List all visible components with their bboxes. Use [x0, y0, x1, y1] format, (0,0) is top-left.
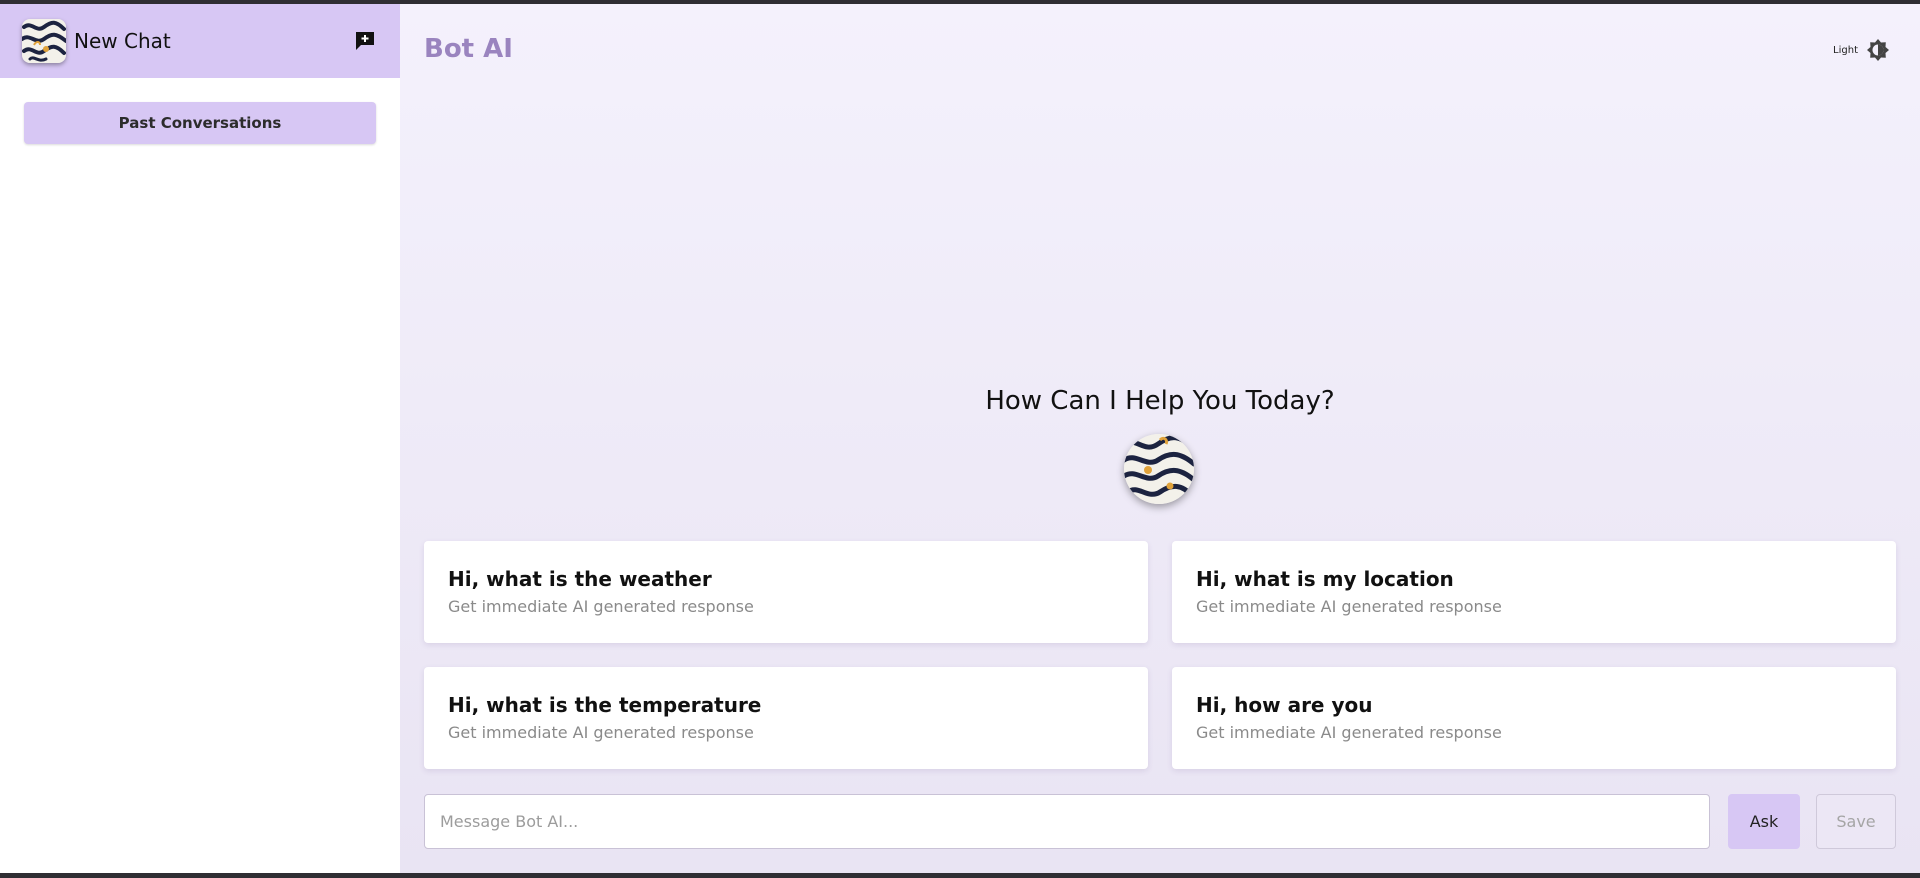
suggestion-title: Hi, how are you [1196, 693, 1373, 717]
theme-label: Light [1833, 44, 1858, 56]
sidebar: New Chat Past Conversations [0, 4, 400, 873]
suggestion-card[interactable]: Hi, what is the weather Get immediate AI… [424, 541, 1148, 643]
ask-button[interactable]: Ask [1728, 794, 1800, 849]
suggestion-subtitle: Get immediate AI generated response [448, 723, 754, 742]
brand-title: Bot AI [424, 34, 513, 64]
theme-toggle[interactable]: Light [1833, 38, 1890, 62]
suggestion-title: Hi, what is the weather [448, 567, 712, 591]
main-panel: Bot AI Light How Can I Help You Today? H… [400, 4, 1920, 873]
suggestion-subtitle: Get immediate AI generated response [448, 597, 754, 616]
suggestion-card[interactable]: Hi, what is my location Get immediate AI… [1172, 541, 1896, 643]
suggestion-title: Hi, what is my location [1196, 567, 1454, 591]
sidebar-header[interactable]: New Chat [0, 4, 400, 78]
add-chat-icon[interactable] [354, 30, 376, 52]
suggestion-card[interactable]: Hi, what is the temperature Get immediat… [424, 667, 1148, 769]
suggestion-subtitle: Get immediate AI generated response [1196, 723, 1502, 742]
brightness-icon[interactable] [1866, 38, 1890, 62]
past-conversations-button[interactable]: Past Conversations [24, 102, 376, 144]
message-input[interactable] [424, 794, 1710, 849]
save-button[interactable]: Save [1816, 794, 1896, 849]
suggestion-card[interactable]: Hi, how are you Get immediate AI generat… [1172, 667, 1896, 769]
suggestion-subtitle: Get immediate AI generated response [1196, 597, 1502, 616]
suggestion-title: Hi, what is the temperature [448, 693, 762, 717]
bot-avatar-icon [1124, 434, 1194, 504]
new-chat-label[interactable]: New Chat [74, 29, 171, 53]
avatar [22, 19, 66, 63]
abstract-pattern-avatar-icon [22, 19, 66, 63]
app-window: New Chat Past Conversations Bot AI Light… [0, 4, 1920, 873]
hero-title: How Can I Help You Today? [985, 386, 1335, 416]
